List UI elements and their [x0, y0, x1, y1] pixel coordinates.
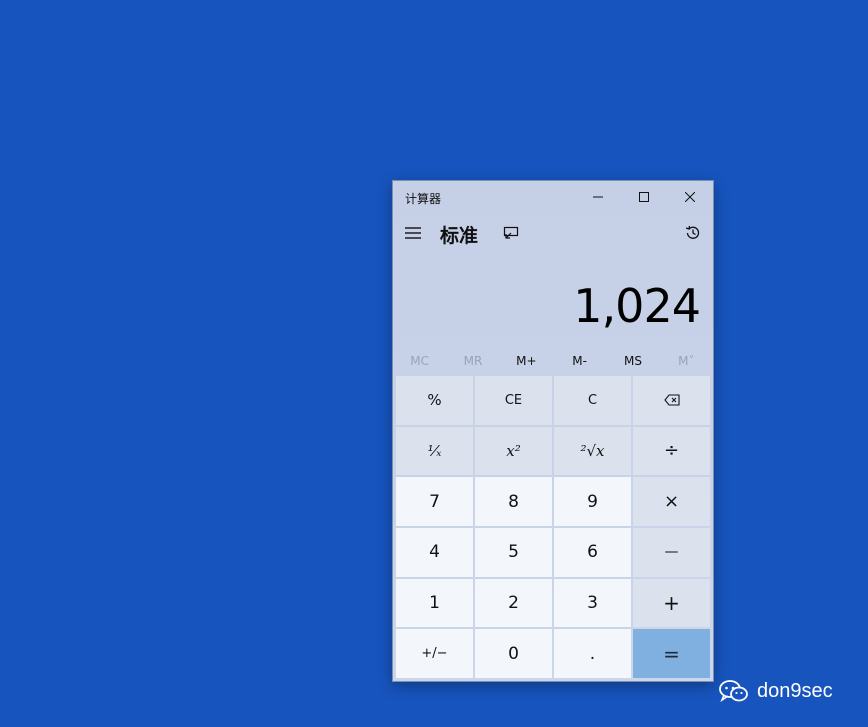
menu-button[interactable] — [401, 221, 425, 245]
equals-button[interactable]: = — [633, 629, 710, 678]
history-button[interactable] — [683, 223, 703, 243]
memory-list-button[interactable]: M˅ — [660, 349, 713, 373]
calc-header: 标准 — [393, 217, 713, 253]
backspace-button[interactable] — [633, 376, 710, 425]
close-icon — [685, 192, 695, 202]
close-button[interactable] — [667, 181, 713, 213]
memory-subtract-button[interactable]: M- — [553, 349, 606, 373]
reciprocal-button[interactable]: ¹⁄ₓ — [396, 426, 473, 476]
keypad: % CE C ¹⁄ₓ x² ²√x ÷ 7 8 9 × 4 5 6 — 1 2 … — [396, 376, 710, 678]
digit-2-button[interactable]: 2 — [475, 578, 552, 628]
maximize-button[interactable] — [621, 181, 667, 213]
sqrt-button[interactable]: ²√x — [554, 426, 631, 476]
backspace-icon — [663, 394, 680, 406]
clear-entry-button[interactable]: CE — [475, 376, 552, 425]
minimize-icon — [593, 196, 603, 198]
sqrt-label: ²√x — [580, 441, 605, 460]
digit-3-button[interactable]: 3 — [554, 578, 631, 628]
digit-8-button[interactable]: 8 — [475, 477, 552, 526]
title-bar[interactable]: 计算器 — [393, 181, 713, 213]
keep-on-top-button[interactable] — [501, 223, 521, 243]
decimal-button[interactable]: . — [554, 629, 631, 678]
digit-6-button[interactable]: 6 — [554, 528, 631, 577]
history-icon — [685, 225, 700, 239]
divide-button[interactable]: ÷ — [633, 426, 710, 476]
memory-recall-button[interactable]: MR — [446, 349, 499, 373]
memory-add-button[interactable]: M+ — [500, 349, 553, 373]
keep-on-top-icon — [503, 226, 519, 239]
digit-5-button[interactable]: 5 — [475, 528, 552, 577]
digit-0-button[interactable]: 0 — [475, 629, 552, 678]
negate-button[interactable]: +/− — [396, 629, 473, 678]
hamburger-icon — [405, 227, 421, 239]
digit-4-button[interactable]: 4 — [396, 528, 473, 577]
digit-9-button[interactable]: 9 — [554, 477, 631, 526]
multiply-button[interactable]: × — [633, 477, 710, 526]
reciprocal-label: ¹⁄ₓ — [427, 441, 442, 460]
minimize-button[interactable] — [575, 181, 621, 213]
calculator-window: 计算器 标准 1,024 MC MR M+ M- MS M˅ % CE C ¹⁄… — [393, 181, 713, 681]
plus-button[interactable]: + — [633, 578, 710, 628]
minus-button[interactable]: — — [633, 528, 710, 577]
watermark: don9sec — [719, 679, 833, 703]
memory-store-button[interactable]: MS — [606, 349, 659, 373]
percent-button[interactable]: % — [396, 376, 473, 425]
digit-1-button[interactable]: 1 — [396, 578, 473, 628]
window-title: 计算器 — [405, 192, 442, 206]
clear-button[interactable]: C — [554, 376, 631, 425]
digit-7-button[interactable]: 7 — [396, 477, 473, 526]
memory-row: MC MR M+ M- MS M˅ — [393, 349, 713, 373]
wechat-icon — [719, 680, 748, 703]
watermark-text: don9sec — [757, 679, 833, 702]
memory-clear-button[interactable]: MC — [393, 349, 446, 373]
mode-title: 标准 — [440, 225, 479, 247]
result-display: 1,024 — [573, 279, 701, 333]
maximize-icon — [639, 192, 649, 202]
square-button[interactable]: x² — [475, 426, 552, 476]
square-label: x² — [506, 441, 521, 460]
